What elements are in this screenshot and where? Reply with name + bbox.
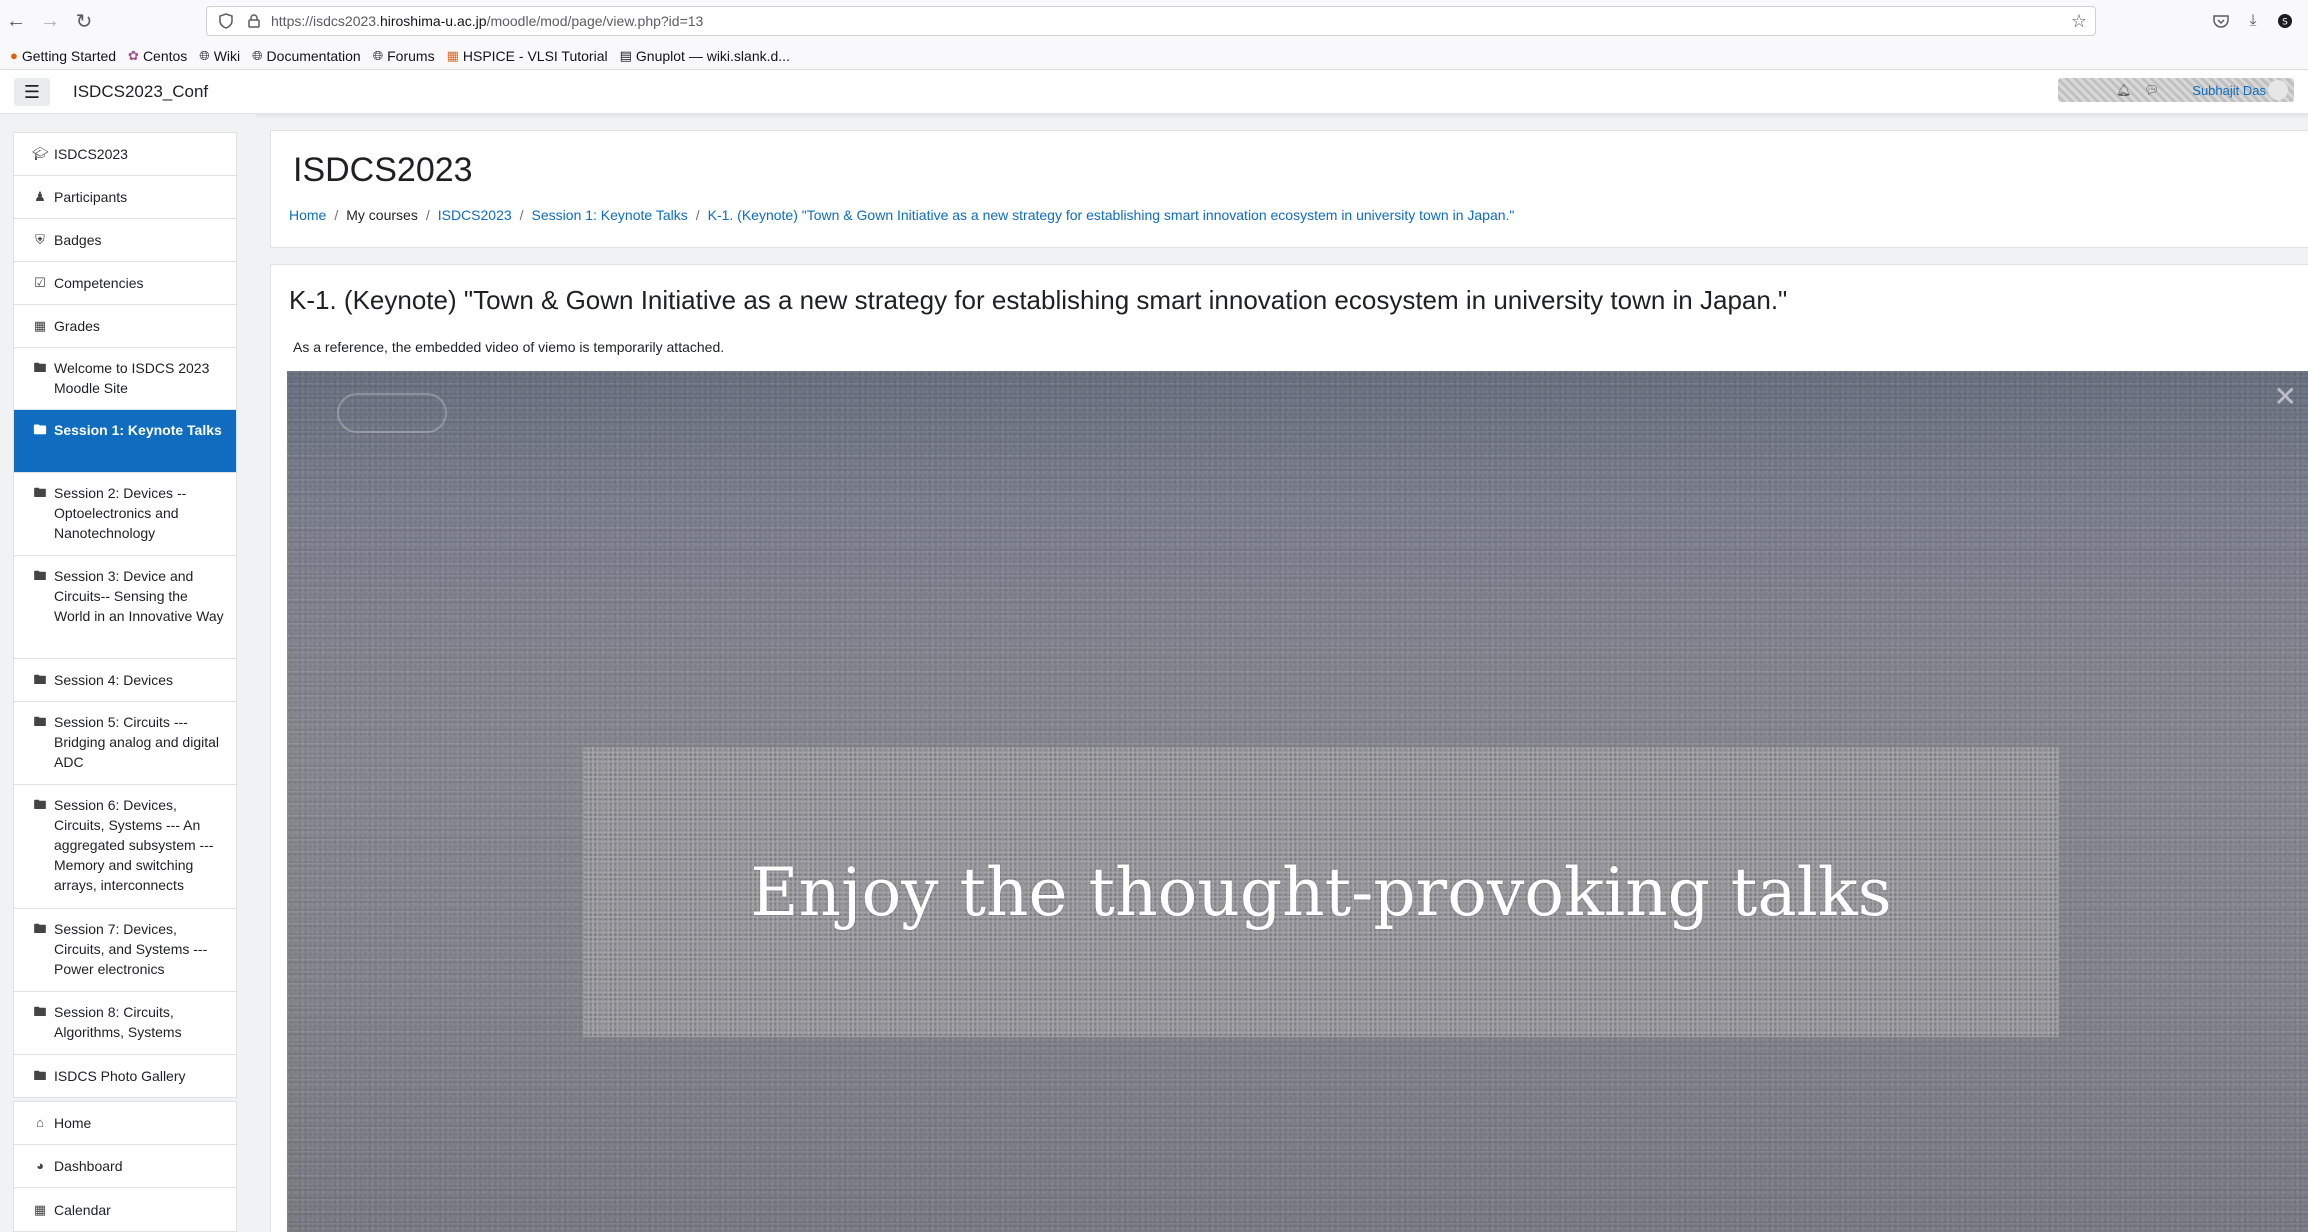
embedded-video[interactable]: ✕ Enjoy the thought-provoking talks <box>287 371 2308 1232</box>
nav-item-competencies[interactable]: ☑ Competencies <box>14 262 236 305</box>
breadcrumb-section[interactable]: Session 1: Keynote Talks <box>532 207 688 223</box>
breadcrumb-separator: / <box>425 207 430 223</box>
nav-item-session-7[interactable]: 🖿︎ Session 7: Devices, Circuits, and Syst… <box>14 909 236 992</box>
nav-item-course[interactable]: 🎓︎ ISDCS2023 <box>14 133 236 176</box>
hamburger-icon: ☰ <box>23 81 41 102</box>
breadcrumb-separator: / <box>695 207 700 223</box>
bookmark-gnuplot[interactable]: ▤ Gnuplot — wiki.slank.d... <box>620 48 790 64</box>
breadcrumb-course[interactable]: ISDCS2023 <box>438 207 512 223</box>
graduation-cap-icon: 🎓︎ <box>32 146 49 161</box>
video-caption-panel: Enjoy the thought-provoking talks <box>583 747 2059 1037</box>
breadcrumb-activity[interactable]: K-1. (Keynote) "Town & Gown Initiative a… <box>708 207 1515 223</box>
folder-icon: 🖿︎ <box>33 1068 47 1083</box>
folder-icon: 🖿︎ <box>33 422 47 437</box>
folder-icon: 🖿︎ <box>33 921 47 936</box>
nav-item-session-4[interactable]: 🖿︎ Session 4: Devices <box>14 659 236 702</box>
messages-icon[interactable]: 💬︎ <box>2144 83 2159 97</box>
url-text[interactable]: https://isdcs2023.hiroshima-u.ac.jp/mood… <box>271 13 703 29</box>
nav-item-session-1[interactable]: 🖿︎ Session 1: Keynote Talks <box>14 410 236 473</box>
globe-icon: 🌐︎ <box>199 47 210 63</box>
tracking-shield-icon[interactable] <box>217 12 235 30</box>
activity-title: K-1. (Keynote) "Town & Gown Initiative a… <box>289 285 1788 315</box>
nav-item-calendar[interactable]: ▦ Calendar <box>14 1188 236 1231</box>
video-logo <box>337 393 447 433</box>
forward-icon[interactable]: → <box>34 5 66 37</box>
bookmark-getting-started[interactable]: ● Getting Started <box>10 48 116 64</box>
folder-icon: 🖿︎ <box>33 360 47 375</box>
bookmark-centos[interactable]: ✿ Centos <box>128 48 187 64</box>
home-icon: ⌂ <box>36 1115 44 1130</box>
site-nav: ⌂ Home ◕ Dashboard ▦ Calendar <box>13 1101 237 1232</box>
svg-text:S: S <box>2282 18 2288 28</box>
course-nav: 🎓︎ ISDCS2023 ♟ Participants ⛨ Badges ☑ Compe… <box>13 132 237 1098</box>
avatar[interactable] <box>2268 80 2288 100</box>
lock-icon[interactable] <box>245 12 263 30</box>
bookmark-icon: ▦ <box>446 47 459 63</box>
users-icon: ♟ <box>34 189 46 204</box>
nav-item-welcome[interactable]: 🖿︎ Welcome to ISDCS 2023 Moodle Site <box>14 348 236 410</box>
folder-icon: 🖿︎ <box>33 485 47 500</box>
back-icon[interactable]: ← <box>0 5 32 37</box>
moodle-navbar: ☰ ISDCS2023_Conf 🔔︎ 💬︎ Subhajit Das <box>0 70 2308 114</box>
breadcrumb-home[interactable]: Home <box>289 207 326 223</box>
notification-bell-icon[interactable]: 🔔︎ <box>2116 83 2131 97</box>
nav-item-participants[interactable]: ♟ Participants <box>14 176 236 219</box>
bookmark-hspice[interactable]: ▦ HSPICE - VLSI Tutorial <box>447 48 608 64</box>
pocket-icon[interactable] <box>2208 8 2234 34</box>
dashboard-icon: ◕ <box>36 1158 44 1173</box>
video-caption: Enjoy the thought-provoking talks <box>750 853 1892 931</box>
bookmark-forums[interactable]: 🌐︎ Forums <box>373 48 435 64</box>
browser-toolbar: ← → ↻ https://isdcs2023.hiroshima-u.ac.j… <box>0 0 2308 42</box>
user-name[interactable]: Subhajit Das <box>2192 83 2266 98</box>
breadcrumb-separator: / <box>519 207 524 223</box>
nav-item-home[interactable]: ⌂ Home <box>14 1102 236 1145</box>
folder-icon: 🖿︎ <box>33 672 47 687</box>
bookmark-documentation[interactable]: 🌐︎ Documentation <box>252 48 361 64</box>
nav-item-session-5[interactable]: 🖿︎ Session 5: Circuits --- Bridging analo… <box>14 702 236 785</box>
content-card: K-1. (Keynote) "Town & Gown Initiative a… <box>270 264 2308 1232</box>
breadcrumb-my-courses: My courses <box>346 207 418 223</box>
url-bar[interactable]: https://isdcs2023.hiroshima-u.ac.jp/mood… <box>206 6 2096 36</box>
nav-drawer: 🎓︎ ISDCS2023 ♟ Participants ⛨ Badges ☑ Compe… <box>0 114 256 1232</box>
bookmark-wiki[interactable]: 🌐︎ Wiki <box>199 48 240 64</box>
firefox-icon: ● <box>10 48 18 63</box>
breadcrumb: Home / My courses / ISDCS2023 / Session … <box>289 207 1514 223</box>
folder-icon: 🖿︎ <box>33 568 47 583</box>
account-icon[interactable]: S <box>2272 8 2298 34</box>
folder-icon: 🖿︎ <box>33 797 47 812</box>
nav-item-badges[interactable]: ⛨ Badges <box>14 219 236 262</box>
centos-icon: ✿ <box>128 47 139 63</box>
page-title: ISDCS2023 <box>293 151 473 189</box>
user-menu[interactable]: 🔔︎ 💬︎ Subhajit Das <box>2058 78 2294 102</box>
reload-icon[interactable]: ↻ <box>68 5 100 37</box>
page-header: ISDCS2023 Home / My courses / ISDCS2023 … <box>270 130 2308 248</box>
intro-text: As a reference, the embedded video of vi… <box>293 339 725 355</box>
shield-icon: ⛨ <box>35 232 45 247</box>
nav-item-session-3[interactable]: 🖿︎ Session 3: Device and Circuits-- Sensi… <box>14 556 236 659</box>
globe-icon: 🌐︎ <box>372 47 384 63</box>
folder-icon: 🖿︎ <box>33 714 47 729</box>
drawer-toggle-button[interactable]: ☰ <box>14 78 50 106</box>
nav-item-session-8[interactable]: 🖿︎ Session 8: Circuits, Algorithms, Syste… <box>14 992 236 1055</box>
folder-icon: 🖿︎ <box>33 1004 47 1019</box>
globe-icon: 🌐︎ <box>252 47 263 63</box>
calendar-icon: ▦ <box>33 1201 47 1217</box>
breadcrumb-separator: / <box>334 207 339 223</box>
download-icon[interactable]: ⤓ <box>2240 8 2266 34</box>
page-icon: ▤ <box>619 47 632 63</box>
nav-item-dashboard[interactable]: ◕ Dashboard <box>14 1145 236 1188</box>
close-icon[interactable]: ✕ <box>2274 383 2297 411</box>
nav-item-photo-gallery[interactable]: 🖿︎ ISDCS Photo Gallery <box>14 1055 236 1097</box>
check-square-icon: ☑ <box>34 275 46 290</box>
bookmarks-bar: ● Getting Started ✿ Centos 🌐︎ Wiki 🌐︎ Docume… <box>0 42 2308 70</box>
nav-item-session-2[interactable]: 🖿︎ Session 2: Devices -- Optoelectronics … <box>14 473 236 556</box>
site-name[interactable]: ISDCS2023_Conf <box>73 82 208 102</box>
nav-item-grades[interactable]: ▦ Grades <box>14 305 236 348</box>
table-icon: ▦ <box>33 318 47 333</box>
nav-item-session-6[interactable]: 🖿︎ Session 6: Devices, Circuits, Systems … <box>14 785 236 909</box>
bookmark-star-icon[interactable]: ☆ <box>2071 11 2087 32</box>
